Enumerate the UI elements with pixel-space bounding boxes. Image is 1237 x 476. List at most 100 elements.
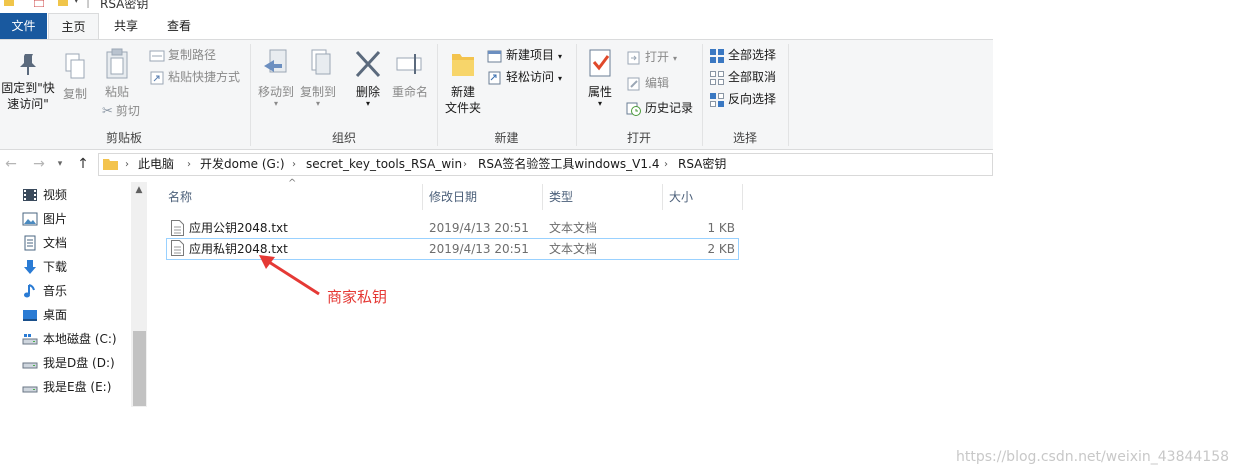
open-icon xyxy=(627,51,640,64)
pin-to-quick-access-button[interactable]: 固定到"快 速访问" xyxy=(0,52,56,112)
select-all-button[interactable]: 全部选择 xyxy=(710,45,776,65)
nav-item-label: 视频 xyxy=(43,188,68,202)
column-divider[interactable] xyxy=(742,184,743,210)
new-item-dropdown-icon: ▾ xyxy=(558,52,563,61)
open-label: 打开 xyxy=(645,50,670,64)
navigation-pane: 视频 图片 文档 下载 音乐 桌面 本地磁盘 (C:) 我是D盘 (D:) 我是… xyxy=(0,182,147,408)
new-folder-quick-icon[interactable] xyxy=(58,0,68,6)
quick-access-dropdown-icon[interactable]: ▾ xyxy=(74,0,79,6)
delete-dropdown-icon: ▾ xyxy=(365,99,370,108)
drive-icon xyxy=(22,362,38,368)
breadcrumb-this-pc[interactable]: 此电脑 xyxy=(138,154,174,175)
nav-item-label: 本地磁盘 (C:) xyxy=(43,332,117,346)
folder-icon xyxy=(103,159,118,170)
select-none-button[interactable]: 全部取消 xyxy=(710,67,776,87)
new-folder-label-line1: 新建 xyxy=(450,85,475,99)
nav-item-pictures[interactable]: 图片 xyxy=(22,207,67,231)
breadcrumb-separator-icon[interactable]: › xyxy=(187,154,191,175)
column-header-type[interactable]: 类型 xyxy=(549,184,573,210)
tab-home[interactable]: 主页 xyxy=(48,13,99,40)
column-divider[interactable] xyxy=(422,184,423,210)
nav-item-documents[interactable]: 文档 xyxy=(22,231,67,255)
breadcrumb-separator-icon[interactable]: › xyxy=(125,154,129,175)
column-header-size[interactable]: 大小 xyxy=(669,184,693,210)
delete-button[interactable]: 删除 ▾ xyxy=(350,48,386,108)
new-folder-button[interactable]: 新建 文件夹 xyxy=(441,48,485,116)
breadcrumb-separator-icon[interactable]: › xyxy=(292,154,296,175)
tab-view[interactable]: 查看 xyxy=(152,13,206,39)
nav-item-label: 图片 xyxy=(43,212,68,226)
paste-icon xyxy=(106,48,128,79)
copy-to-button[interactable]: 复制到 ▾ xyxy=(298,48,338,108)
open-dropdown-icon: ▾ xyxy=(673,54,678,63)
cut-label: 剪切 xyxy=(115,104,140,118)
history-button[interactable]: 历史记录 xyxy=(626,98,693,118)
column-header-modified[interactable]: 修改日期 xyxy=(429,184,477,210)
nav-item-music[interactable]: 音乐 xyxy=(22,279,67,303)
cut-button[interactable]: ✂ 剪切 xyxy=(102,101,140,121)
title-separator: | xyxy=(86,0,91,8)
column-divider[interactable] xyxy=(542,184,543,210)
invert-selection-icon xyxy=(710,92,724,107)
breadcrumb-secret-key-tools[interactable]: secret_key_tools_RSA_win xyxy=(306,154,462,175)
tab-file[interactable]: 文件 xyxy=(0,13,47,39)
move-to-dropdown-icon: ▾ xyxy=(273,99,278,108)
new-group-label: 新建 xyxy=(494,131,519,145)
copy-button[interactable]: 复制 xyxy=(60,52,90,102)
properties-button[interactable]: 属性 ▾ xyxy=(582,48,618,108)
easy-access-dropdown-icon: ▾ xyxy=(558,74,563,83)
nav-item-desktop[interactable]: 桌面 xyxy=(22,303,67,327)
nav-item-drive-c[interactable]: 本地磁盘 (C:) xyxy=(22,327,117,351)
breadcrumb-separator-icon[interactable]: › xyxy=(664,154,668,175)
address-row: ← → ▾ ↑ › 此电脑 › 开发dome (G:) › secret_key… xyxy=(0,150,993,178)
column-divider[interactable] xyxy=(662,184,663,210)
nav-item-downloads[interactable]: 下载 xyxy=(22,255,67,279)
scrollbar-thumb[interactable] xyxy=(133,331,146,406)
desktop-icon xyxy=(23,309,37,321)
move-to-button[interactable]: 移动到 ▾ xyxy=(256,48,296,108)
ribbon: 固定到"快 速访问" 复制 粘贴 复制路径 粘贴快捷方式 ✂ 剪切 剪贴板 移动… xyxy=(0,39,993,150)
nav-item-videos[interactable]: 视频 xyxy=(22,183,67,207)
nav-item-drive-e[interactable]: 我是E盘 (E:) xyxy=(22,375,111,399)
recent-locations-chevron-icon[interactable]: ▾ xyxy=(54,154,66,174)
forward-arrow-icon[interactable]: → xyxy=(30,154,48,174)
file-row[interactable]: 应用公钥2048.txt 2019/4/13 20:51 文本文档 1 KB xyxy=(166,218,739,238)
paste-button[interactable]: 粘贴 xyxy=(101,48,133,100)
scissors-icon: ✂ xyxy=(102,103,113,119)
breadcrumb-rsa-tool[interactable]: RSA签名验签工具windows_V1.4 xyxy=(478,154,659,175)
breadcrumb-drive-g[interactable]: 开发dome (G:) xyxy=(200,154,285,175)
nav-item-drive-d[interactable]: 我是D盘 (D:) xyxy=(22,351,115,375)
sort-ascending-icon: ^ xyxy=(288,178,297,189)
open-button[interactable]: 打开 ▾ xyxy=(626,47,677,67)
nav-item-label: 我是D盘 (D:) xyxy=(43,356,115,370)
select-all-label: 全部选择 xyxy=(728,48,777,62)
nav-item-label: 桌面 xyxy=(43,308,68,322)
address-bar[interactable]: › 此电脑 › 开发dome (G:) › secret_key_tools_R… xyxy=(98,153,993,176)
breadcrumb-separator-icon[interactable]: › xyxy=(463,154,467,175)
music-icon xyxy=(24,283,35,297)
scroll-up-arrow-icon[interactable]: ▲ xyxy=(131,182,147,198)
breadcrumb-rsa-keys[interactable]: RSA密钥 xyxy=(678,154,726,175)
new-folder-label-line2: 文件夹 xyxy=(444,101,481,115)
rename-button[interactable]: 重命名 xyxy=(390,48,430,100)
watermark: https://blog.csdn.net/weixin_43844158 xyxy=(956,449,1230,465)
file-row-selected[interactable]: 应用私钥2048.txt 2019/4/13 20:51 文本文档 2 KB xyxy=(166,238,739,260)
properties-quick-icon[interactable] xyxy=(34,0,44,7)
file-name: 应用公钥2048.txt xyxy=(189,221,288,235)
column-header-name[interactable]: 名称 xyxy=(168,184,192,210)
copy-path-label: 复制路径 xyxy=(168,48,217,62)
edit-button[interactable]: 编辑 xyxy=(626,73,669,93)
up-arrow-icon[interactable]: ↑ xyxy=(74,154,92,174)
new-item-button[interactable]: 新建项目 ▾ xyxy=(487,45,562,65)
tab-share[interactable]: 共享 xyxy=(101,13,151,39)
invert-selection-button[interactable]: 反向选择 xyxy=(710,89,776,109)
ribbon-tab-row: 文件 主页 共享 查看 xyxy=(0,13,993,40)
new-item-label: 新建项目 xyxy=(506,48,555,62)
rename-icon xyxy=(396,54,422,74)
paste-shortcut-button[interactable]: 粘贴快捷方式 xyxy=(149,67,240,87)
easy-access-button[interactable]: 轻松访问 ▾ xyxy=(487,67,562,87)
copy-label: 复制 xyxy=(62,87,87,101)
back-arrow-icon[interactable]: ← xyxy=(2,154,20,174)
copy-path-button[interactable]: 复制路径 xyxy=(149,45,216,65)
copy-icon xyxy=(65,53,85,79)
